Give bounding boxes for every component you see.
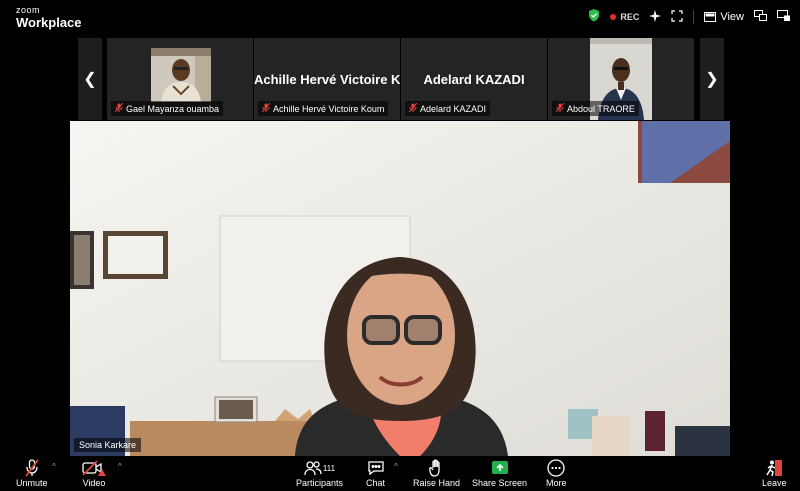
participant-tile[interactable]: Adelard KAZADI Adelard KAZADI — [401, 38, 547, 120]
brand-big: Workplace — [16, 15, 82, 30]
top-bar: zoom Workplace REC View — [0, 0, 800, 38]
chat-options-caret-icon[interactable]: ^ — [394, 462, 398, 471]
video-label: Video — [82, 478, 106, 488]
share-screen-button[interactable]: Share Screen — [472, 458, 527, 488]
muted-mic-icon — [25, 458, 39, 478]
participant-video-gael — [151, 48, 211, 102]
participant-name: Gael Mayanza ouamba — [126, 103, 220, 114]
active-speaker-name: Sonia Karkare — [74, 438, 142, 452]
muted-mic-icon — [408, 102, 418, 114]
recording-indicator[interactable]: REC — [610, 12, 639, 22]
meeting-controls: Unmute ^ Video ^ 111 Participants Chat ^… — [0, 456, 800, 491]
participant-name-label: Adelard KAZADI — [405, 101, 491, 116]
participant-name-label: Gael Mayanza ouamba — [111, 101, 224, 116]
prev-page-button[interactable]: ❮ — [78, 38, 102, 120]
shield-icon[interactable] — [588, 9, 600, 25]
participants-label: Participants — [296, 478, 344, 488]
participant-tile[interactable]: Gael Mayanza ouamba — [107, 38, 253, 120]
raise-hand-button[interactable]: Raise Hand — [413, 458, 460, 488]
participant-name: Abdoul TRAORE — [567, 103, 635, 114]
active-speaker-video[interactable]: Sonia Karkare — [70, 121, 730, 456]
muted-mic-icon — [555, 102, 565, 114]
participant-big-name: Achille Hervé Victoire K... — [254, 72, 400, 87]
rec-dot-icon — [610, 14, 617, 20]
more-button[interactable]: More — [546, 458, 567, 488]
minimize-window-icon[interactable] — [777, 10, 790, 24]
chevron-right-icon: ❯ — [705, 71, 719, 88]
more-label: More — [546, 478, 567, 488]
rec-label: REC — [620, 12, 640, 22]
picture-in-picture-icon[interactable] — [754, 10, 767, 24]
participant-name-label: Abdoul TRAORE — [552, 101, 639, 116]
participant-big-name: Adelard KAZADI — [423, 72, 525, 87]
raise-hand-label: Raise Hand — [413, 478, 461, 488]
share-screen-label: Share Screen — [472, 478, 528, 488]
participants-button[interactable]: 111 Participants — [296, 458, 343, 488]
zoom-logo: zoom Workplace — [16, 5, 82, 30]
more-icon — [547, 458, 565, 478]
top-right-controls: REC View — [588, 9, 790, 25]
leave-label: Leave — [762, 478, 787, 488]
thumbnail-strip: ❮ Gael Mayanza ouamba Achille Hervé Vict… — [0, 38, 800, 120]
participant-name-label: Achille Hervé Victoire Koum — [258, 101, 389, 116]
audio-options-caret-icon[interactable]: ^ — [52, 462, 56, 471]
video-options-caret-icon[interactable]: ^ — [118, 462, 122, 471]
view-grid-icon — [704, 12, 717, 22]
speaker-video-feed — [70, 121, 730, 456]
sparkle-icon[interactable] — [649, 9, 662, 25]
participants-icon: 111 — [304, 458, 335, 478]
chevron-left-icon: ❮ — [83, 71, 97, 88]
leave-icon — [765, 458, 783, 478]
video-off-icon — [82, 458, 106, 478]
chat-icon — [367, 458, 385, 478]
muted-mic-icon — [261, 102, 271, 114]
video-button[interactable]: Video — [82, 458, 106, 488]
leave-button[interactable]: Leave — [762, 458, 787, 488]
muted-mic-icon — [114, 102, 124, 114]
chat-label: Chat — [366, 478, 386, 488]
share-screen-icon — [491, 458, 509, 478]
expand-icon[interactable] — [671, 9, 683, 25]
view-button[interactable]: View — [704, 11, 744, 23]
next-page-button[interactable]: ❯ — [700, 38, 724, 120]
brand-small: zoom — [16, 5, 41, 15]
unmute-label: Unmute — [16, 478, 48, 488]
participant-name: Adelard KAZADI — [420, 103, 487, 114]
participant-tile[interactable]: Abdoul TRAORE — [548, 38, 694, 120]
participants-count: 111 — [322, 463, 336, 473]
view-label: View — [720, 11, 744, 23]
hand-icon — [428, 458, 445, 478]
chat-button[interactable]: Chat — [366, 458, 385, 488]
participant-tile[interactable]: Achille Hervé Victoire K... Achille Herv… — [254, 38, 400, 120]
toolbar-divider — [693, 10, 695, 24]
unmute-button[interactable]: Unmute — [16, 458, 48, 488]
participant-name: Achille Hervé Victoire Koum — [273, 103, 385, 114]
